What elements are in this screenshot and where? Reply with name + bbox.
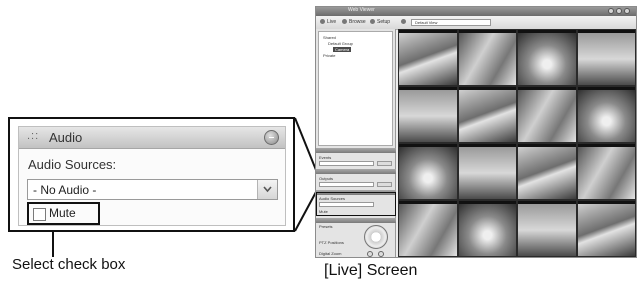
camera-tile[interactable] [518, 87, 576, 142]
camera-feed-image [518, 90, 576, 142]
camera-feed-image [577, 147, 635, 199]
browse-icon[interactable] [342, 19, 347, 24]
camera-feed-image [458, 147, 516, 199]
audio-panel-title: Audio [49, 130, 83, 145]
camera-tile[interactable] [399, 144, 457, 199]
view-select[interactable]: Default View [411, 19, 491, 26]
camera-feed-image [577, 33, 635, 85]
tab-live[interactable]: Live [327, 19, 336, 25]
camera-tile[interactable] [518, 201, 576, 256]
view-select-value: Default View [415, 20, 438, 25]
live-toolbar: Live Browse Setup Default View [316, 16, 636, 30]
ptz-positions-label: PTZ Positions [319, 240, 344, 245]
audio-source-value: - No Audio - [33, 183, 97, 197]
camera-feed-image [458, 90, 516, 142]
event-select[interactable] [319, 161, 374, 166]
callout-text: Select check box [12, 256, 126, 273]
event-section-header[interactable] [316, 148, 396, 153]
camera-grid [398, 29, 636, 257]
camera-feed-image [399, 147, 457, 199]
camera-tile[interactable] [518, 144, 576, 199]
audio-panel-zoom: .:: Audio Audio Sources: - No Audio - Mu… [8, 117, 295, 232]
camera-feed-image [399, 33, 457, 85]
tree-item-group[interactable]: Default Group [328, 41, 353, 46]
output-select[interactable] [319, 182, 374, 187]
presets-label: Presets [319, 224, 333, 229]
tree-item-shared[interactable]: Shared [323, 35, 336, 40]
camera-tile[interactable] [577, 87, 635, 142]
minimize-icon[interactable] [616, 8, 622, 14]
camera-tile[interactable] [577, 144, 635, 199]
chevron-down-icon[interactable] [257, 180, 277, 199]
camera-tile[interactable] [458, 87, 516, 142]
live-icon[interactable] [320, 19, 325, 24]
camera-tile[interactable] [577, 201, 635, 256]
tree-item-camera[interactable]: Camera [333, 47, 352, 52]
camera-feed-image [399, 204, 457, 256]
view-icon[interactable] [401, 19, 406, 24]
camera-feed-image [577, 204, 635, 256]
camera-tree: Shared Default Group Camera Private [318, 31, 393, 146]
event-label: Events [319, 155, 332, 160]
mute-checkbox[interactable] [33, 208, 46, 221]
camera-tile[interactable] [577, 30, 635, 85]
zoom-in-icon[interactable] [378, 251, 384, 257]
camera-feed-image [518, 147, 576, 199]
live-app-title: Web Viewer [348, 7, 375, 13]
camera-tile[interactable] [399, 87, 457, 142]
output-label: Outputs [319, 176, 334, 181]
camera-feed-image [518, 204, 576, 256]
output-section-header[interactable] [316, 169, 396, 174]
camera-tile[interactable] [458, 144, 516, 199]
live-titlebar: Web Viewer [316, 7, 636, 16]
collapse-icon[interactable] [264, 130, 279, 145]
zoom-out-icon[interactable] [367, 251, 373, 257]
help-icon[interactable] [608, 8, 614, 14]
live-screen-caption: [Live] Screen [324, 262, 418, 279]
camera-feed-image [458, 33, 516, 85]
camera-tile[interactable] [399, 30, 457, 85]
ptz-dial-icon[interactable] [364, 225, 388, 249]
tab-setup[interactable]: Setup [377, 19, 390, 25]
audio-panel: .:: Audio Audio Sources: - No Audio - Mu… [18, 126, 286, 226]
ptz-section-header[interactable] [316, 218, 396, 223]
live-sidebar: Shared Default Group Camera Private Even… [316, 29, 396, 257]
audio-panel-header[interactable]: .:: Audio [19, 127, 285, 149]
close-icon[interactable] [624, 8, 630, 14]
audio-section-highlight [316, 192, 396, 216]
camera-tile[interactable] [518, 30, 576, 85]
audio-sources-label: Audio Sources: [28, 157, 117, 172]
callout-line [52, 232, 54, 257]
camera-feed-image [518, 33, 576, 85]
live-screen-window: Web Viewer Live Browse Setup Default Vie… [315, 6, 637, 258]
event-go-button[interactable] [377, 161, 392, 166]
camera-tile[interactable] [458, 30, 516, 85]
tree-item-private[interactable]: Private [323, 53, 335, 58]
camera-feed-image [577, 90, 635, 142]
camera-tile[interactable] [458, 201, 516, 256]
mute-highlight: Mute [27, 202, 100, 225]
digital-zoom-label[interactable]: Digital Zoom [319, 251, 341, 256]
tab-browse[interactable]: Browse [349, 19, 366, 25]
output-go-button[interactable] [377, 182, 392, 187]
grip-icon: .:: [27, 130, 40, 142]
camera-feed-image [399, 90, 457, 142]
camera-tile[interactable] [399, 201, 457, 256]
mute-label: Mute [49, 206, 76, 220]
audio-source-select[interactable]: - No Audio - [27, 179, 278, 200]
setup-icon[interactable] [370, 19, 375, 24]
camera-feed-image [458, 204, 516, 256]
